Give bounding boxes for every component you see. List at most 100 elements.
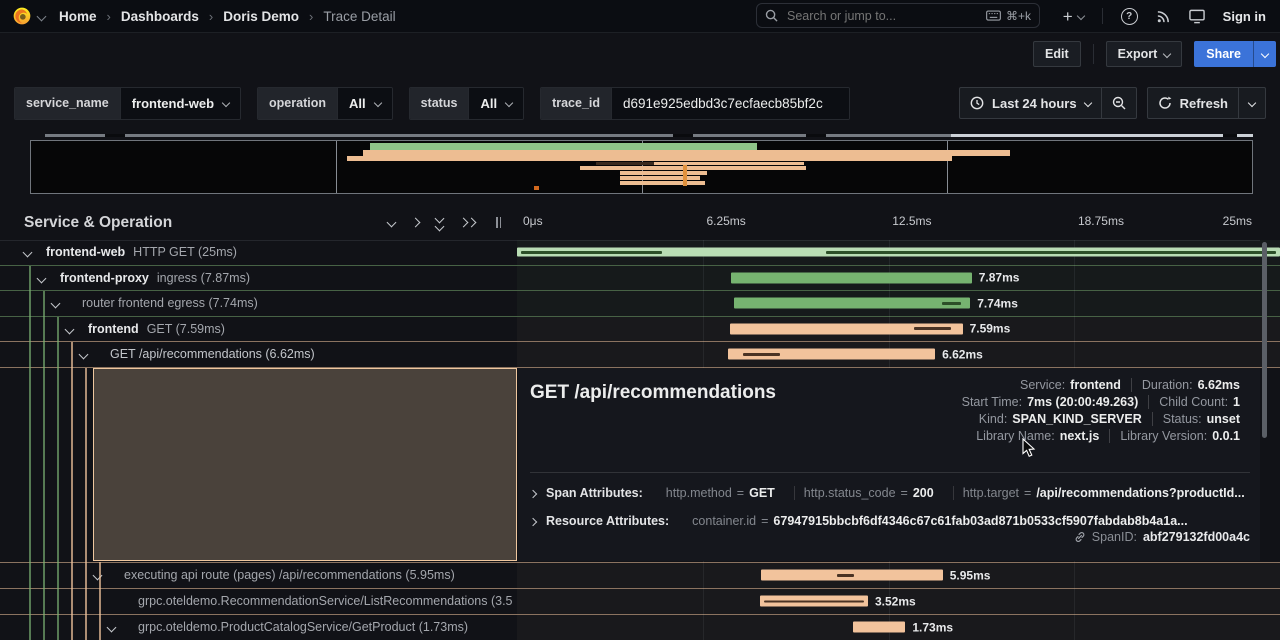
- detail-divider: [530, 472, 1250, 473]
- span-row-executing-api-route[interactable]: executing api route (pages) /api/recomme…: [0, 563, 1280, 589]
- trace-timeline-minimap[interactable]: [0, 126, 1280, 200]
- refresh-button[interactable]: Refresh: [1148, 88, 1238, 118]
- span-bar[interactable]: 3.52ms: [760, 596, 868, 607]
- span-id-row[interactable]: SpanID: abf279132fd00a4c: [1074, 530, 1250, 544]
- grafana-logo-icon[interactable]: [12, 6, 32, 26]
- span-attributes-row[interactable]: Span Attributes: http.method=GET http.st…: [530, 486, 1250, 500]
- vertical-scrollbar[interactable]: [1262, 242, 1267, 438]
- column-resize-handle[interactable]: [496, 217, 501, 228]
- waterfall-header: Service & Operation 0μs 6.25ms 12.5ms 18…: [0, 205, 1280, 240]
- span-bar[interactable]: 5.95ms: [761, 570, 943, 581]
- chevron-right-icon: [530, 514, 536, 528]
- breadcrumb-doris-demo[interactable]: Doris Demo: [223, 9, 299, 24]
- link-icon: [1074, 531, 1086, 543]
- breadcrumb-dashboards[interactable]: Dashboards: [121, 9, 199, 24]
- span-row-frontend-web[interactable]: frontend-web HTTP GET (25ms): [0, 240, 1280, 266]
- filter-label: status: [410, 88, 469, 119]
- span-detail-panel: GET /api/recommendations Service:fronten…: [518, 368, 1260, 561]
- span-row-frontend-get[interactable]: frontend GET (7.59ms) 7.59ms: [0, 317, 1280, 343]
- trace-id-input[interactable]: d691e925edbd3c7ecfaecb85bf2c: [611, 88, 849, 119]
- span-bar[interactable]: 1.73ms: [853, 622, 906, 633]
- minimap-span-bar: [620, 176, 701, 180]
- share-button[interactable]: Share: [1194, 41, 1253, 67]
- chevron-down-icon: [1083, 99, 1091, 107]
- span-row-frontend-proxy[interactable]: frontend-proxy ingress (7.87ms) 7.87ms: [0, 266, 1280, 292]
- display-icon[interactable]: [1189, 9, 1205, 24]
- service-operation-header: Service & Operation: [24, 214, 172, 232]
- sign-in-button[interactable]: Sign in: [1223, 9, 1266, 24]
- edit-button[interactable]: Edit: [1033, 41, 1081, 67]
- expand-all-icon[interactable]: [460, 219, 475, 226]
- resource-attributes-row[interactable]: Resource Attributes: container.id=679479…: [530, 514, 1250, 528]
- span-duration-label: 6.62ms: [942, 347, 983, 361]
- expand-one-icon[interactable]: [411, 218, 421, 228]
- span-rows: frontend-web HTTP GET (25ms) frontend-pr…: [0, 240, 1280, 640]
- grafana-trace-detail-app: Home › Dashboards › Doris Demo › Trace D…: [0, 0, 1280, 640]
- help-icon[interactable]: ?: [1121, 8, 1138, 25]
- operation-select[interactable]: All: [337, 88, 392, 119]
- span-bar[interactable]: 6.62ms: [728, 349, 935, 360]
- mouse-cursor: [1022, 438, 1036, 458]
- export-button[interactable]: Export: [1106, 41, 1183, 67]
- span-row-router-egress[interactable]: router frontend egress (7.74ms) 7.74ms: [0, 291, 1280, 317]
- time-range-picker[interactable]: Last 24 hours: [960, 88, 1101, 118]
- span-bar[interactable]: 7.74ms: [734, 298, 971, 309]
- span-row-list-recommendations[interactable]: grpc.oteldemo.RecommendationService/List…: [0, 589, 1280, 615]
- span-row-get-api-recommendations[interactable]: GET /api/recommendations (6.62ms) 6.62ms: [0, 342, 1280, 368]
- keyboard-icon: [986, 10, 1001, 21]
- add-button[interactable]: +: [1063, 8, 1084, 25]
- minimap-span-bar: [347, 156, 951, 161]
- minimap-span-bar: [580, 166, 806, 170]
- breadcrumb-separator: ›: [209, 9, 213, 24]
- minimap-canvas[interactable]: [30, 140, 1253, 194]
- time-controls: Last 24 hours Refresh: [959, 87, 1266, 119]
- chevron-down-icon[interactable]: [108, 620, 122, 634]
- axis-tick: 12.5ms: [892, 214, 931, 228]
- span-duration-label: 7.59ms: [970, 322, 1011, 336]
- news-icon[interactable]: [1156, 9, 1171, 24]
- nav-divider: [1102, 8, 1103, 24]
- dashboard-toolbar: Edit Export Share: [1033, 40, 1280, 68]
- org-switcher-chevron-icon[interactable]: [38, 7, 45, 25]
- breadcrumb-separator: ›: [107, 9, 111, 24]
- minimap-span-bar: [370, 143, 757, 150]
- chevron-down-icon[interactable]: [52, 296, 66, 310]
- breadcrumb-separator: ›: [309, 9, 313, 24]
- service-name-select[interactable]: frontend-web: [120, 88, 240, 119]
- axis-tick: 18.75ms: [1078, 214, 1124, 228]
- chevron-down-icon[interactable]: [80, 347, 94, 361]
- search-input[interactable]: [785, 8, 986, 24]
- chevron-down-icon: [505, 99, 513, 107]
- minimap-span-bar: [683, 165, 687, 186]
- chevron-down-icon: [222, 99, 230, 107]
- span-bar[interactable]: 7.59ms: [730, 323, 963, 334]
- chevron-down-icon[interactable]: [94, 568, 108, 582]
- refresh-interval-dropdown[interactable]: [1238, 88, 1265, 118]
- share-dropdown-button[interactable]: [1253, 41, 1276, 67]
- filter-label: operation: [258, 88, 337, 119]
- zoom-out-icon: [1112, 96, 1126, 110]
- status-select[interactable]: All: [468, 88, 523, 119]
- span-row-get-product[interactable]: grpc.oteldemo.ProductCatalogService/GetP…: [0, 615, 1280, 640]
- chevron-down-icon: [1163, 50, 1171, 58]
- breadcrumb-trace-detail: Trace Detail: [323, 9, 395, 24]
- minimap-span-bar: [596, 162, 653, 165]
- minimap-span-bar: [534, 186, 539, 190]
- chevron-down-icon[interactable]: [38, 271, 52, 285]
- filter-label: trace_id: [541, 88, 611, 119]
- span-bar[interactable]: [517, 248, 1280, 257]
- minimap-top-strip: [45, 134, 1253, 137]
- span-detail-title: GET /api/recommendations: [530, 382, 776, 404]
- minimap-gridline: [947, 141, 948, 193]
- search-shortcut: ⌘+k: [986, 9, 1031, 23]
- collapse-all-icon[interactable]: [436, 215, 443, 230]
- collapse-one-icon[interactable]: [387, 218, 397, 228]
- zoom-out-button[interactable]: [1101, 88, 1136, 118]
- chevron-down-icon[interactable]: [24, 245, 38, 259]
- clock-icon: [970, 96, 984, 110]
- span-bar[interactable]: 7.87ms: [731, 272, 971, 283]
- chevron-down-icon[interactable]: [66, 322, 80, 336]
- breadcrumb: Home › Dashboards › Doris Demo › Trace D…: [59, 9, 396, 24]
- search-bar[interactable]: ⌘+k: [756, 3, 1040, 28]
- breadcrumb-home[interactable]: Home: [59, 9, 97, 24]
